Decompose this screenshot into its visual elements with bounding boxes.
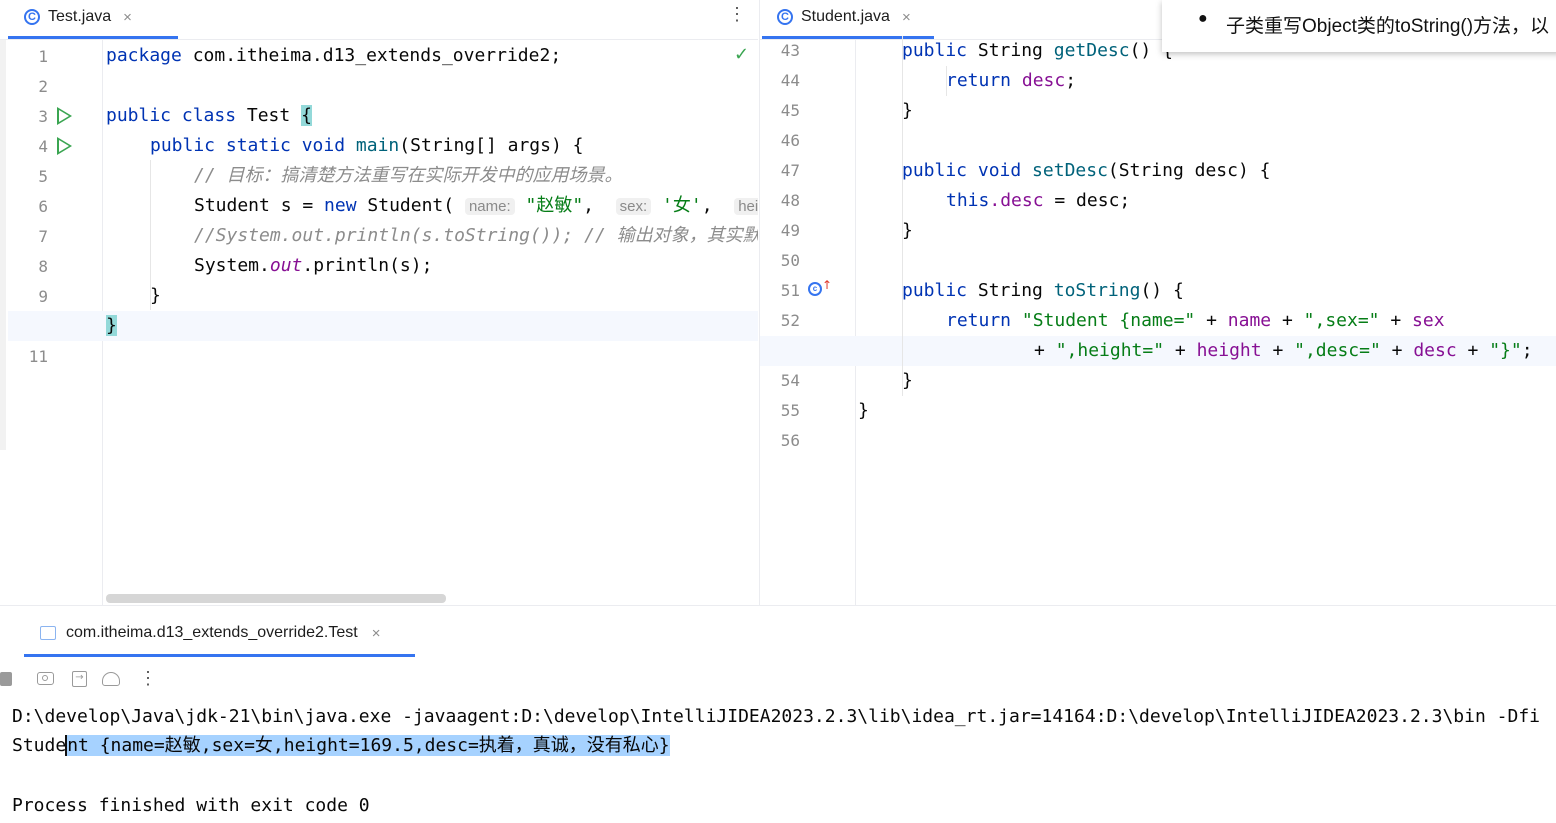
line-number: 50 xyxy=(780,251,800,270)
console-exit-line: Process finished with exit code 0 xyxy=(12,795,370,816)
line-number: 55 xyxy=(780,401,800,420)
run-icon[interactable] xyxy=(57,107,72,125)
line-number: 9 xyxy=(38,287,48,306)
line-number: 2 xyxy=(38,77,48,96)
line-number: 46 xyxy=(780,131,800,150)
close-icon[interactable]: × xyxy=(123,9,132,26)
left-edge-strip xyxy=(0,40,6,450)
line-number: 45 xyxy=(780,101,800,120)
line-number: 1 xyxy=(38,47,48,66)
left-tab-bar: C Test.java × ⋮ xyxy=(0,0,758,38)
code-line-45: } xyxy=(902,100,913,121)
line-number: 44 xyxy=(780,71,800,90)
param-hint: name: xyxy=(464,198,515,215)
override-arrow-icon: ↑ xyxy=(822,278,833,292)
line-number: 56 xyxy=(780,431,800,450)
param-hint: sex: xyxy=(615,198,652,215)
line-number: 3 xyxy=(38,107,48,126)
left-code-area[interactable]: package com.itheima.d13_extends_override… xyxy=(106,40,758,600)
override-method-icon[interactable]: c xyxy=(808,282,822,296)
tab-test-java[interactable]: C Test.java × xyxy=(24,0,132,34)
code-line-48: this.desc = desc; xyxy=(946,190,1131,211)
code-line-49: } xyxy=(902,220,913,241)
tooltip-overlay: ● 子类重写Object类的toString()方法，以 xyxy=(1162,0,1556,52)
panel-divider[interactable] xyxy=(0,605,1556,606)
code-line-51: public String toString() { xyxy=(902,280,1184,301)
code-line-53: + ",height=" + height + ",desc=" + desc … xyxy=(1034,340,1533,361)
selected-text: t {name=赵敏,sex=女,height=169.5,desc=执着，真诚… xyxy=(78,735,670,756)
right-gutter: 43 44 45 46 47 48 49 50 51 52 53 54 55 5… xyxy=(760,40,855,605)
line-number: 52 xyxy=(780,311,800,330)
line-number: 8 xyxy=(38,257,48,276)
gutter-divider xyxy=(855,40,856,605)
no-problems-check-icon[interactable]: ✓ xyxy=(734,44,749,65)
bullet-icon: ● xyxy=(1198,10,1208,27)
code-line-44: return desc; xyxy=(946,70,1077,91)
more-options-icon[interactable]: ⋮ xyxy=(728,4,746,25)
run-config-icon xyxy=(40,626,56,640)
restore-layout-icon[interactable]: → xyxy=(72,671,87,687)
code-line-3: public class Test { xyxy=(106,105,312,126)
code-line-4: public static void main(String[] args) { xyxy=(150,135,584,156)
line-number: 49 xyxy=(780,221,800,240)
line-number: 47 xyxy=(780,161,800,180)
close-icon[interactable]: × xyxy=(372,625,381,642)
code-line-6: Student s = new Student( name: "赵敏", sex… xyxy=(194,191,758,221)
performance-icon[interactable] xyxy=(102,672,120,686)
code-line-52: return "Student {name=" + name + ",sex="… xyxy=(946,310,1445,331)
line-number: 43 xyxy=(780,41,800,60)
code-line-7: //System.out.println(s.toString()); // 输… xyxy=(194,225,758,246)
console-output[interactable]: D:\develop\Java\jdk-21\bin\java.exe -jav… xyxy=(0,700,1556,823)
code-line-10: } xyxy=(106,315,117,336)
class-icon: C xyxy=(777,9,793,25)
run-icon[interactable] xyxy=(57,137,72,155)
tab-student-java[interactable]: C Student.java × xyxy=(777,0,911,34)
line-number: 5 xyxy=(38,167,48,186)
line-number: 48 xyxy=(780,191,800,210)
horizontal-scrollbar[interactable] xyxy=(106,594,446,603)
code-line-8: System.out.println(s); xyxy=(194,255,433,276)
right-code-area[interactable]: public String getDesc() { return desc; }… xyxy=(858,36,1556,601)
line-number: 4 xyxy=(38,137,48,156)
console-command-line: D:\develop\Java\jdk-21\bin\java.exe -jav… xyxy=(12,706,1541,727)
console-output-line: Student {name=赵敏,sex=女,height=169.5,desc… xyxy=(12,735,670,756)
line-number: 51 xyxy=(780,281,800,300)
active-run-tab-indicator xyxy=(24,654,415,657)
camera-icon[interactable] xyxy=(37,672,54,685)
code-line-9: } xyxy=(150,285,161,306)
line-number: 11 xyxy=(28,347,48,366)
line-number: 6 xyxy=(38,197,48,216)
code-line-43: public String getDesc() { xyxy=(902,40,1173,61)
tab-label: Test.java xyxy=(48,8,112,25)
tab-label: Student.java xyxy=(801,8,890,25)
tooltip-text: 子类重写Object类的toString()方法，以 xyxy=(1226,16,1550,37)
line-number: 7 xyxy=(38,227,48,246)
run-tab[interactable]: com.itheima.d13_extends_override2.Test × xyxy=(40,618,380,648)
code-line-47: public void setDesc(String desc) { xyxy=(902,160,1271,181)
run-tab-label: com.itheima.d13_extends_override2.Test xyxy=(66,624,358,641)
close-icon[interactable]: × xyxy=(902,9,911,26)
param-hint: heigh xyxy=(734,198,758,215)
line-number: 54 xyxy=(780,371,800,390)
code-line-54: } xyxy=(902,370,913,391)
code-line-5: // 目标：搞清楚方法重写在实际开发中的应用场景。 xyxy=(194,165,623,186)
code-line-55: } xyxy=(858,400,869,421)
class-icon: C xyxy=(24,9,40,25)
stop-icon[interactable] xyxy=(0,672,12,686)
code-line-1: package com.itheima.d13_extends_override… xyxy=(106,45,562,66)
more-options-icon[interactable]: ⋮ xyxy=(139,668,157,689)
run-toolbar: → ⋮ xyxy=(0,668,160,692)
